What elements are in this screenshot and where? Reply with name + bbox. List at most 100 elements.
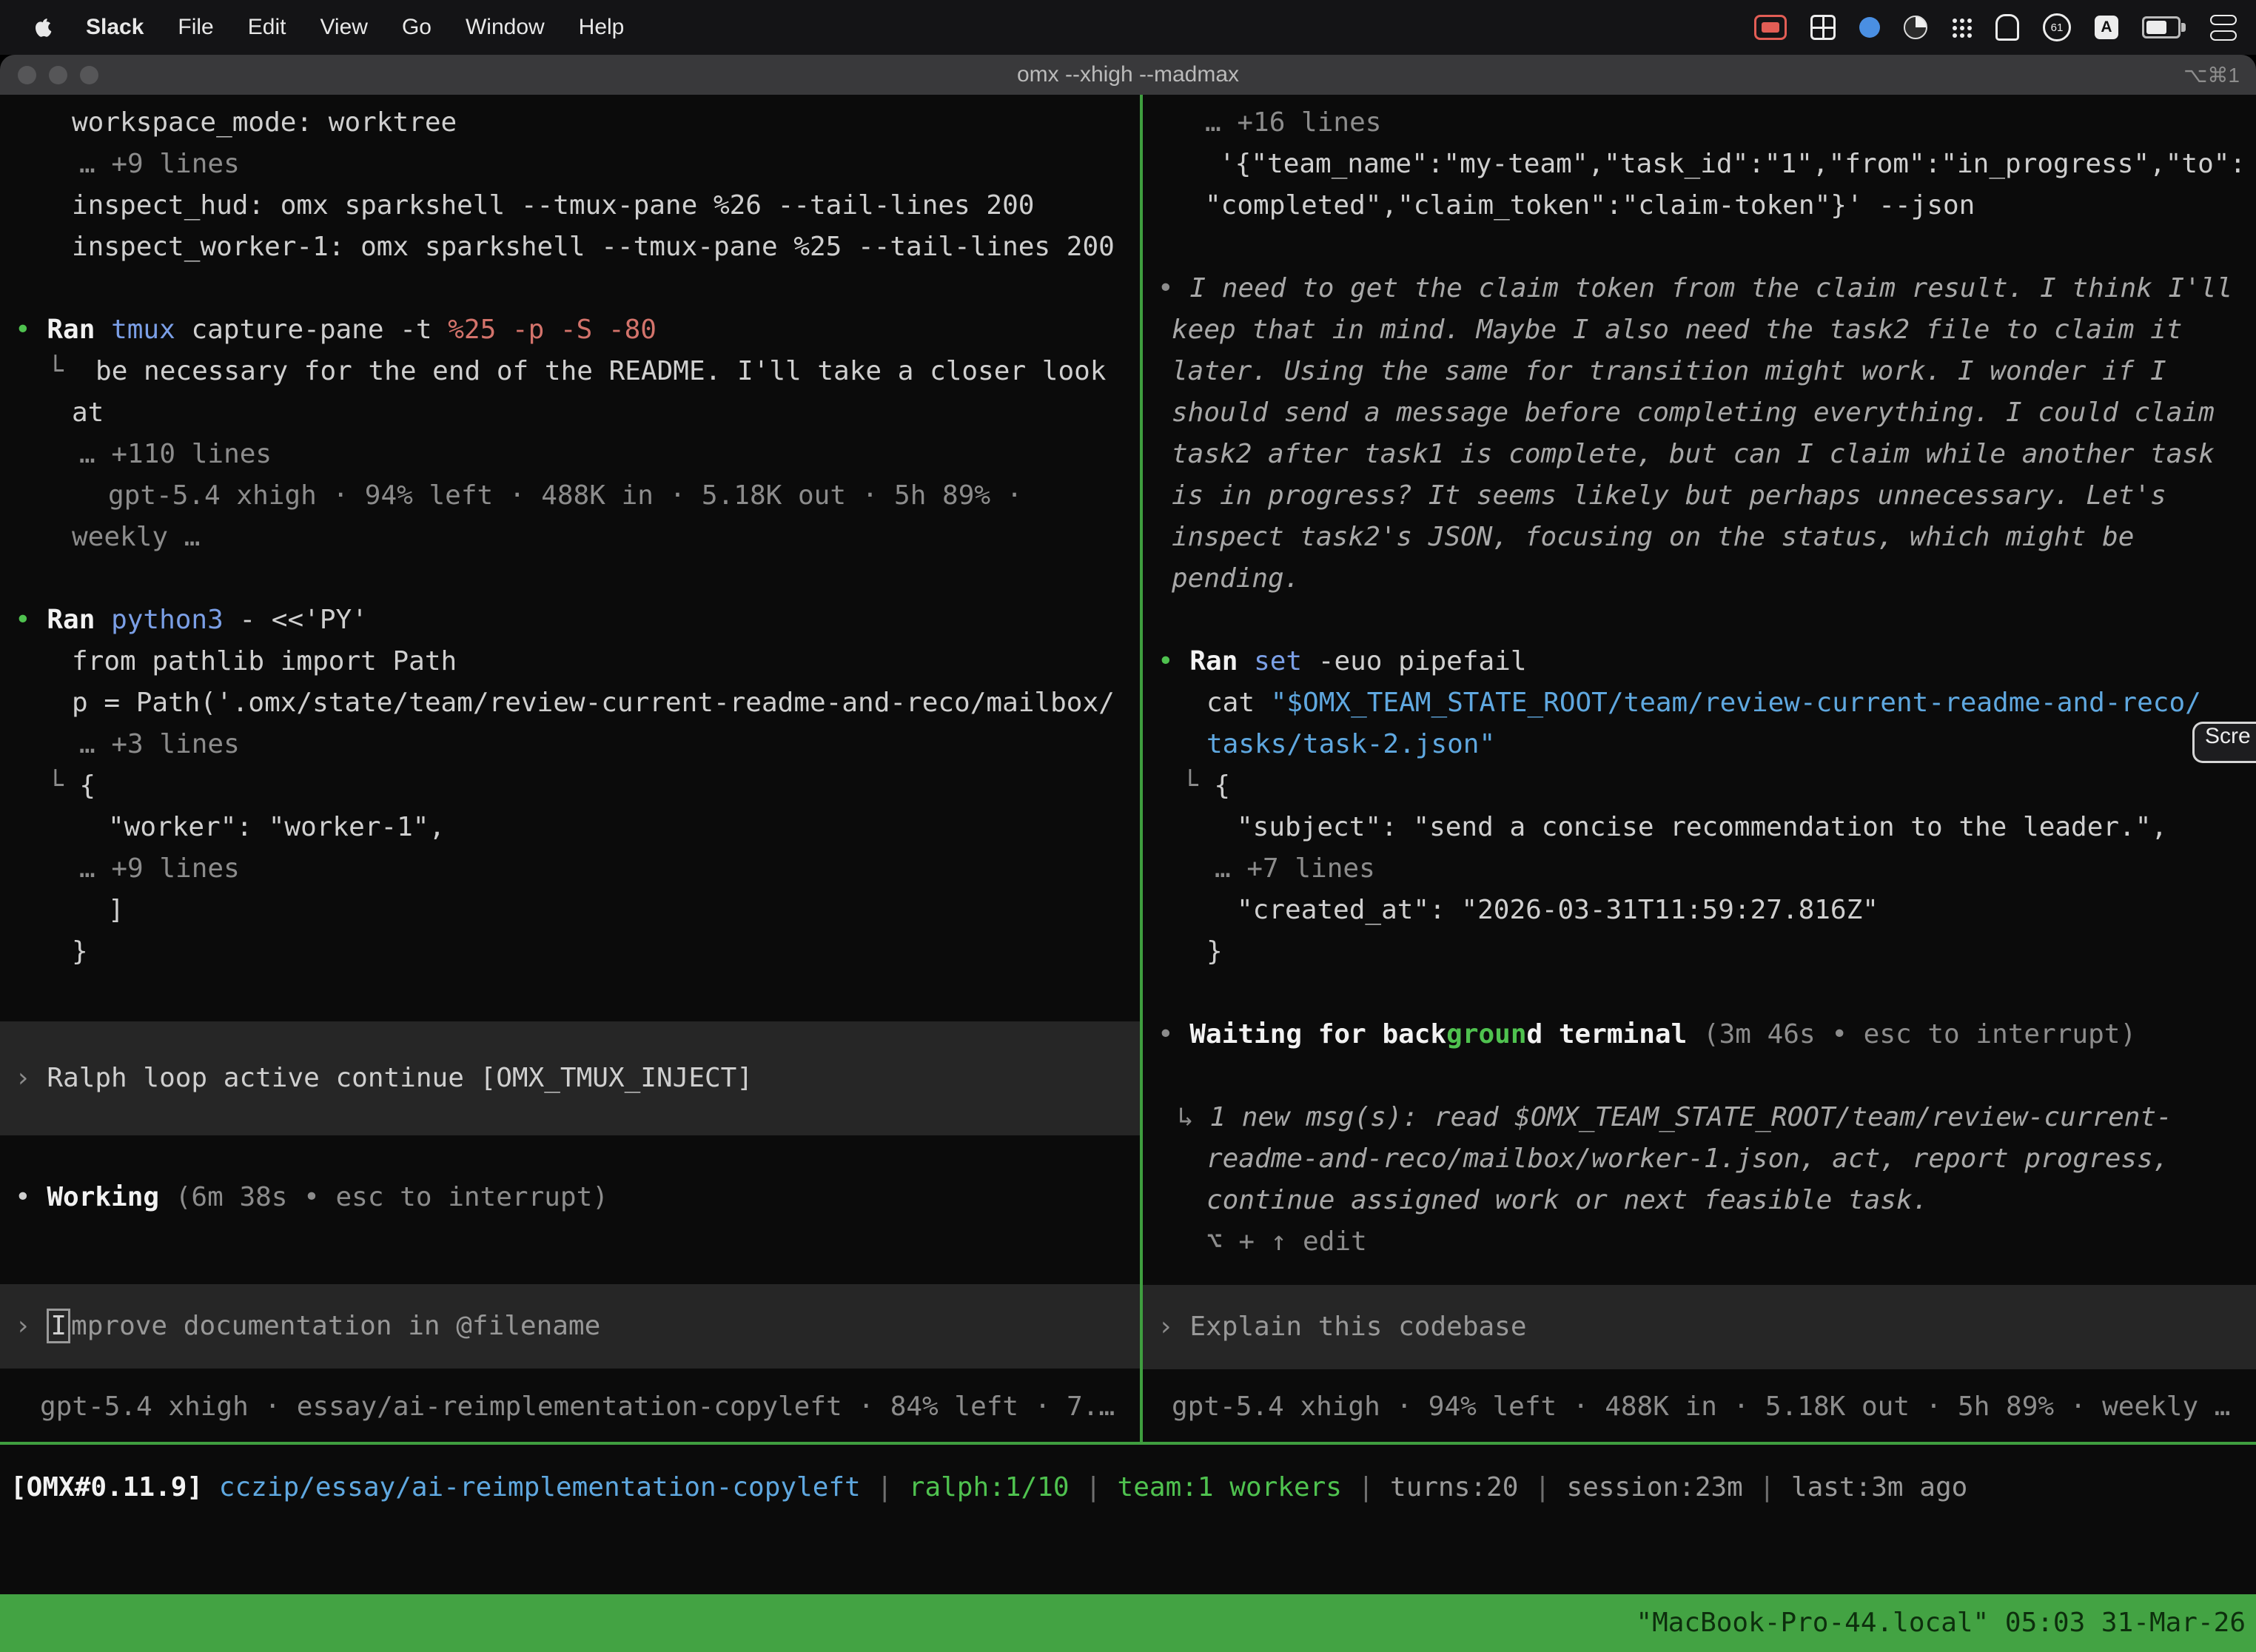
zoom-button[interactable] (80, 66, 98, 84)
terminal-line: readme-and-reco/mailbox/worker-1.json, a… (1143, 1138, 2256, 1180)
menu-item-file[interactable]: File (178, 15, 213, 39)
prompt-suggestion-line[interactable]: › Ralph loop active continue [OMX_TMUX_I… (0, 1021, 1140, 1135)
text-segment: readme-and-reco/mailbox/worker-1.json, a… (1206, 1144, 2169, 1174)
terminal-line: … +9 lines (0, 848, 1140, 890)
blue-app-icon[interactable] (1859, 17, 1880, 38)
window-title: omx --xhigh --madmax (1017, 62, 1239, 87)
text-segment: gpt-5.4 xhigh · essay/ai-reimplementatio… (40, 1391, 1115, 1422)
menu-item-slack[interactable]: Slack (86, 15, 144, 39)
tmux-host-and-time: "MacBook-Pro-44.local" 05:03 31-Mar-26 (1636, 1594, 2246, 1652)
input-source-icon[interactable]: A (2095, 16, 2118, 39)
terminal-line: } (1143, 931, 2256, 973)
terminal-line: • Ran tmux capture-pane -t %25 -p -S -80 (0, 309, 1140, 351)
terminal-line: "completed","claim_token":"claim-token"}… (1143, 185, 2256, 226)
text-segment: | (861, 1472, 909, 1502)
text-segment: | (1743, 1472, 1791, 1502)
menu-item-go[interactable]: Go (402, 15, 432, 39)
tmux-panes: workspace_mode: worktree … +9 lines inspec… (0, 95, 2256, 1442)
screen-recording-icon[interactable] (1754, 15, 1787, 40)
terminal-line: └ { (1143, 765, 2256, 807)
minimize-button[interactable] (49, 66, 67, 84)
menu-items: Slack File Edit View Go Window Help (86, 15, 658, 40)
text-segment: Explain this codebase (1189, 1312, 1526, 1342)
text-segment: … +7 lines (1215, 853, 1375, 884)
text-segment: %25 -p -S -80 (448, 315, 657, 345)
omx-status-line: [OMX#0.11.9] cczip/essay/ai-reimplementa… (0, 1445, 2256, 1508)
menu-item-help[interactable]: Help (579, 15, 625, 39)
text-segment: set (1254, 646, 1318, 676)
terminal-line: • I need to get the claim token from the… (1143, 268, 2256, 309)
text-segment: | (1518, 1472, 1566, 1502)
terminal-line: } (0, 931, 1140, 973)
screen-share-tooltip: Scre (2192, 722, 2256, 763)
menu-item-edit[interactable]: Edit (248, 15, 286, 39)
window-title-bar[interactable]: omx --xhigh --madmax ⌥⌘1 (0, 55, 2256, 95)
prompt-suggestion-line[interactable]: › Improve documentation in @filename (0, 1284, 1140, 1369)
text-segment: "created_at": "2026-03-31T11:59:27.816Z" (1237, 895, 1879, 925)
text-segment: capture-pane -t (191, 315, 448, 345)
terminal-line: "created_at": "2026-03-31T11:59:27.816Z" (1143, 890, 2256, 931)
text-segment: • (15, 1182, 47, 1212)
menu-item-window[interactable]: Window (466, 15, 545, 39)
terminal-area: workspace_mode: worktree … +9 lines inspec… (0, 95, 2256, 1594)
window-grid-icon[interactable] (1810, 15, 1836, 40)
text-segment: Ran (47, 605, 111, 635)
terminal-line: gpt-5.4 xhigh · 94% left · 488K in · 5.1… (0, 475, 1140, 517)
text-segment: turns:20 (1390, 1472, 1518, 1502)
text-segment: groun (1446, 1019, 1526, 1050)
close-button[interactable] (18, 66, 36, 84)
text-segment: python3 (111, 605, 239, 635)
apple-menu-icon[interactable] (36, 17, 53, 38)
terminal-line (1143, 226, 2256, 268)
text-segment: | (1342, 1472, 1390, 1502)
terminal-line: … +7 lines (1143, 848, 2256, 890)
text-segment: • (15, 605, 47, 635)
text-segment: tasks/task-2.json" (1206, 729, 1495, 759)
text-segment: └ (1182, 770, 1214, 801)
apps-grid-icon[interactable] (1951, 17, 1972, 38)
window-shortcut-hint: ⌥⌘1 (2183, 63, 2240, 87)
terminal-line: inspect_worker-1: omx sparkshell --tmux-… (0, 226, 1140, 268)
menu-bar: Slack File Edit View Go Window Help 61 A (0, 0, 2256, 55)
terminal-line: • Waiting for background terminal (3m 46… (1143, 1014, 2256, 1055)
text-segment: p = Path('.omx/state/team/review-current… (72, 688, 1115, 718)
text-segment: { (79, 770, 95, 801)
terminal-line (0, 1218, 1140, 1260)
terminal-line (0, 973, 1140, 1014)
menu-item-view[interactable]: View (320, 15, 367, 39)
text-segment: task2 after task1 is complete, but can I… (1172, 439, 2215, 469)
text-segment: weekly … (72, 522, 200, 552)
tmux-pane-right[interactable]: … +16 lines'{"team_name":"my-team","task… (1143, 95, 2256, 1442)
text-segment: pending. (1172, 563, 1300, 594)
text-segment: session:23m (1566, 1472, 1742, 1502)
text-segment: be necessary for the end of the README. … (95, 356, 1106, 386)
pane-left-content: workspace_mode: worktree … +9 lines inspec… (0, 102, 1140, 1369)
text-segment: › (1158, 1312, 1189, 1342)
terminal-window: omx --xhigh --madmax ⌥⌘1 workspace_mode:… (0, 55, 2256, 1652)
terminal-line: … +9 lines (0, 144, 1140, 185)
text-segment: gpt-5.4 xhigh · 94% left · 488K in · 5.1… (1172, 1391, 2230, 1422)
text-segment: Ran (1189, 646, 1254, 676)
battery-icon[interactable] (2142, 16, 2181, 38)
terminal-line: "subject": "send a concise recommendatio… (1143, 807, 2256, 848)
tmux-pane-left[interactable]: workspace_mode: worktree … +9 lines inspec… (0, 95, 1140, 1442)
cpu-gauge-icon[interactable]: 61 (2043, 13, 2071, 41)
terminal-line: • Ran set -euo pipefail (1143, 641, 2256, 682)
text-segment: ⌥ + ↑ edit (1206, 1226, 1367, 1257)
terminal-line: is in progress? It seems likely but perh… (1143, 475, 2256, 517)
text-segment: I need to get the claim token from the c… (1189, 273, 2232, 303)
terminal-line: • Working (6m 38s • esc to interrupt) (0, 1177, 1140, 1218)
terminal-line: p = Path('.omx/state/team/review-current… (0, 682, 1140, 724)
text-segment: └ (47, 356, 95, 386)
text-segment: [OMX#0.11.9] (10, 1472, 203, 1502)
text-segment: workspace_mode: worktree (72, 107, 457, 138)
ghost-app-icon[interactable] (1995, 14, 2019, 41)
text-segment: … +9 lines (79, 853, 240, 884)
terminal-line: from pathlib import Path (0, 641, 1140, 682)
terminal-line: • Ran python3 - <<'PY' (0, 600, 1140, 641)
text-segment: gpt-5.4 xhigh · 94% left · 488K in · 5.1… (108, 480, 1022, 511)
control-center-icon[interactable] (2210, 15, 2237, 41)
dark-app-icon[interactable] (1904, 16, 1927, 39)
prompt-suggestion-line[interactable]: › Explain this codebase (1143, 1285, 2256, 1369)
text-segment: › (15, 1311, 47, 1341)
